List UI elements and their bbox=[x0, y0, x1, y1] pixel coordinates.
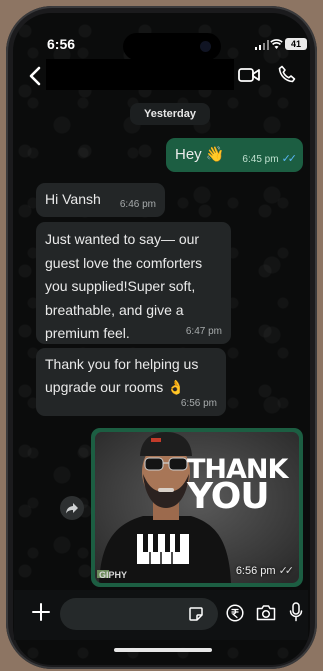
message-bubble-outgoing[interactable]: Hey 👋 6:45 pm ✓✓ bbox=[166, 138, 303, 172]
message-text: Just wanted to say— our guest love the c… bbox=[45, 231, 203, 341]
read-receipt-icon: ✓✓ bbox=[281, 153, 298, 165]
gif-message-bubble[interactable]: THANK YOU GIPHY 6:56 pm ✓✓ bbox=[91, 428, 303, 587]
cellular-signal-icon bbox=[255, 40, 269, 50]
message-text: Thank you for helping us upgrade our roo… bbox=[45, 356, 199, 395]
video-call-icon[interactable] bbox=[238, 67, 260, 83]
date-separator: Yesterday bbox=[130, 103, 210, 125]
message-time: 6:45 pm bbox=[242, 154, 279, 165]
message-time: 6:47 pm bbox=[185, 326, 222, 337]
plus-icon[interactable] bbox=[32, 603, 50, 621]
back-icon[interactable] bbox=[28, 66, 42, 86]
camera-icon[interactable] bbox=[256, 604, 276, 621]
front-camera bbox=[200, 41, 211, 52]
message-bubble-incoming[interactable]: Just wanted to say— our guest love the c… bbox=[36, 222, 231, 344]
gif-caption-you: YOU bbox=[187, 476, 270, 517]
message-time: 6:46 pm bbox=[119, 199, 156, 210]
wifi-icon bbox=[270, 39, 283, 49]
forward-icon bbox=[66, 503, 78, 514]
microphone-icon[interactable] bbox=[289, 602, 303, 622]
dynamic-island bbox=[123, 33, 221, 60]
read-receipt-icon: ✓✓ bbox=[278, 565, 295, 577]
battery-indicator: 41 bbox=[285, 38, 307, 50]
gif-meta: 6:56 pm ✓✓ bbox=[235, 564, 295, 577]
rupee-payment-icon[interactable] bbox=[226, 604, 244, 622]
message-text: Hey 👋 bbox=[175, 146, 225, 163]
contact-name-redacted[interactable] bbox=[46, 59, 234, 90]
phone-icon[interactable] bbox=[278, 65, 296, 83]
message-text: Hi Vansh bbox=[45, 191, 101, 207]
home-indicator[interactable] bbox=[114, 648, 212, 652]
status-time: 6:56 bbox=[47, 36, 76, 52]
giphy-watermark: GIPHY bbox=[99, 570, 128, 580]
forward-button[interactable] bbox=[60, 496, 84, 520]
message-bubble-incoming[interactable]: Thank you for helping us upgrade our roo… bbox=[36, 348, 226, 416]
message-input[interactable] bbox=[60, 598, 218, 630]
sticker-icon[interactable] bbox=[188, 606, 204, 622]
message-time: 6:56 pm bbox=[180, 398, 217, 409]
message-bubble-incoming[interactable]: Hi Vansh 6:46 pm bbox=[36, 183, 165, 217]
gif-image[interactable]: THANK YOU GIPHY 6:56 pm ✓✓ bbox=[95, 432, 299, 583]
message-meta: 6:45 pm ✓✓ bbox=[242, 153, 298, 166]
message-time: 6:56 pm bbox=[235, 565, 276, 577]
